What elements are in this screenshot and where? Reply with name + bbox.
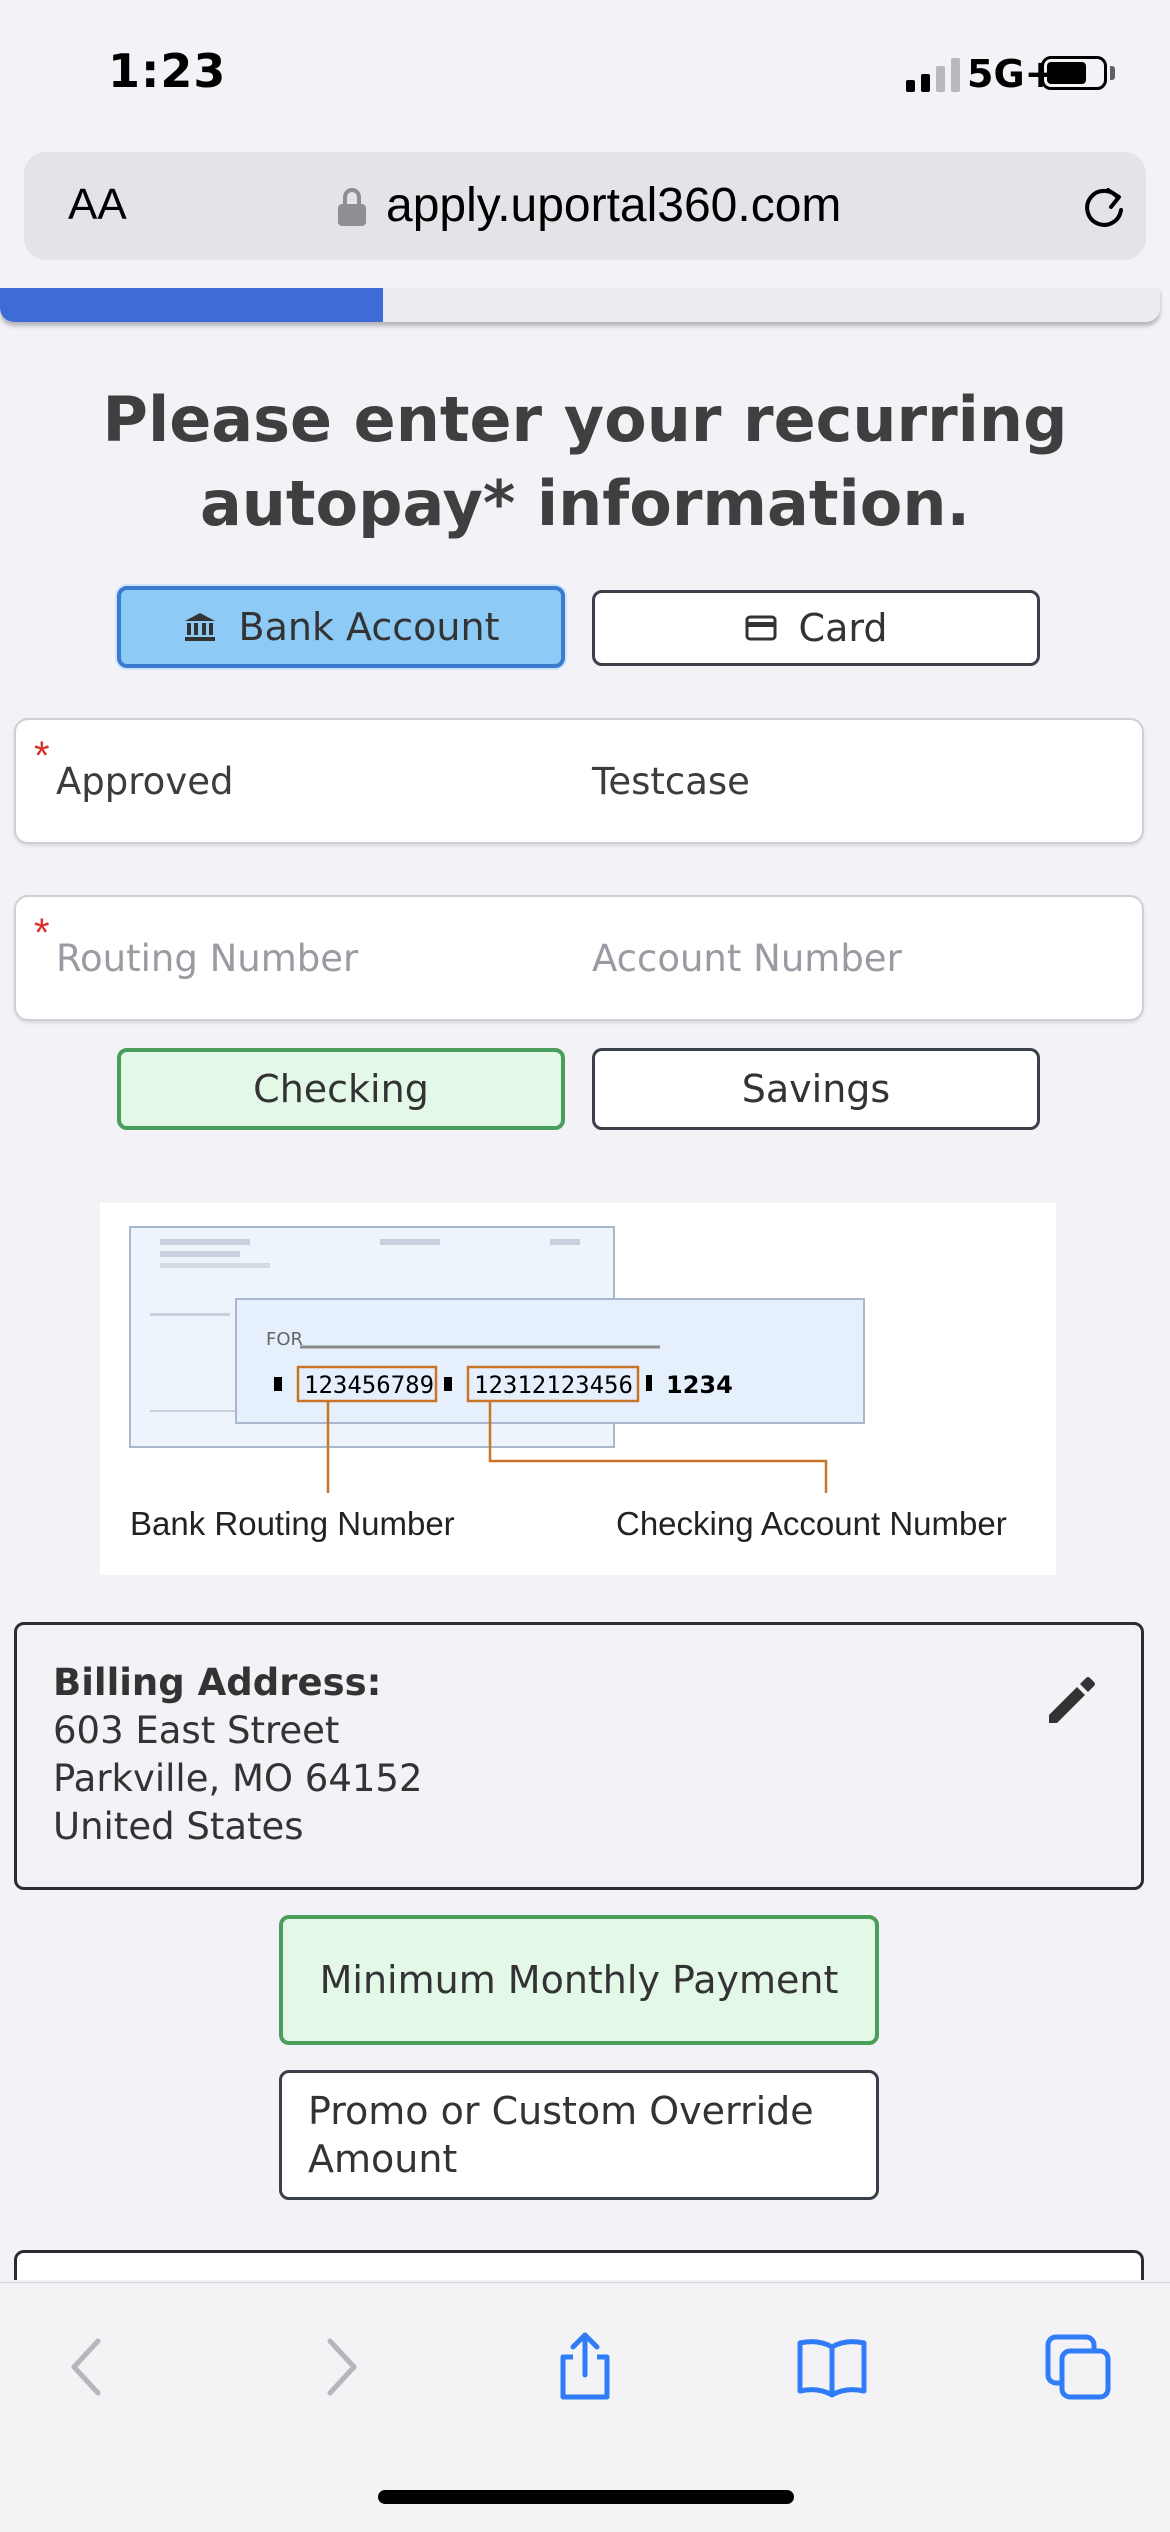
required-marker: * — [34, 911, 50, 955]
url-text[interactable]: apply.uportal360.com — [386, 178, 841, 233]
next-section-card — [14, 2250, 1144, 2280]
tabs-icon[interactable] — [1042, 2331, 1114, 2403]
forward-icon[interactable] — [304, 2331, 376, 2403]
routing-digits: 123456789 — [304, 1371, 434, 1399]
minimum-payment-label: Minimum Monthly Payment — [319, 1958, 839, 2002]
reload-icon[interactable] — [1078, 182, 1130, 234]
account-number-input[interactable]: Account Number — [592, 937, 902, 980]
text-size-button[interactable]: AA — [68, 180, 127, 230]
first-name-field[interactable]: Approved — [56, 760, 233, 803]
address-line-3: United States — [53, 1805, 304, 1848]
routing-number-input[interactable]: Routing Number — [56, 937, 358, 980]
bank-account-button[interactable]: Bank Account — [117, 586, 565, 668]
back-icon[interactable] — [52, 2331, 124, 2403]
check-for-label: FOR — [266, 1329, 303, 1350]
page-title: Please enter your recurring autopay* inf… — [102, 383, 1068, 540]
required-marker: * — [34, 734, 50, 778]
account-caption: Checking Account Number — [616, 1505, 1007, 1542]
billing-address-card: Billing Address: 603 East Street Parkvil… — [14, 1622, 1144, 1890]
bank-number-group: * Routing Number Account Number — [14, 895, 1144, 1021]
page-content: Please enter your recurring autopay* inf… — [0, 288, 1170, 2280]
billing-address-label: Billing Address: — [53, 1661, 382, 1704]
lock-icon — [338, 188, 366, 226]
check-diagram: FOR 123456789 12312123456 1234 Bank Rout… — [100, 1203, 1056, 1575]
card-icon — [745, 615, 777, 641]
bookmarks-icon[interactable] — [796, 2331, 868, 2403]
last-name-field[interactable]: Testcase — [592, 760, 750, 803]
minimum-payment-button[interactable]: Minimum Monthly Payment — [279, 1915, 879, 2045]
address-line-1: 603 East Street — [53, 1709, 340, 1752]
address-bar[interactable]: AA apply.uportal360.com — [24, 152, 1146, 260]
savings-label: Savings — [741, 1067, 891, 1111]
address-line-2: Parkville, MO 64152 — [53, 1757, 423, 1800]
custom-amount-label: Promo or Custom Override Amount — [308, 2089, 814, 2181]
card-button[interactable]: Card — [592, 590, 1040, 666]
share-icon[interactable] — [549, 2331, 621, 2403]
home-indicator — [378, 2490, 794, 2504]
routing-caption: Bank Routing Number — [130, 1505, 455, 1542]
front-check — [235, 1298, 865, 1424]
check-number: 1234 — [666, 1371, 733, 1399]
account-holder-name-group: * Approved Testcase — [14, 718, 1144, 844]
custom-amount-button[interactable]: Promo or Custom Override Amount — [279, 2070, 879, 2200]
battery-icon — [1041, 56, 1107, 90]
battery-nub — [1110, 66, 1115, 80]
progress-fill — [0, 288, 383, 322]
progress-bar — [0, 288, 1160, 322]
bank-icon — [184, 613, 215, 641]
text-size-label: AA — [68, 180, 127, 229]
signal-strength-icon — [906, 56, 960, 92]
edit-pencil-icon[interactable] — [1041, 1671, 1101, 1731]
card-label: Card — [798, 606, 888, 650]
status-time: 1:23 — [108, 44, 227, 98]
bank-account-label: Bank Account — [238, 605, 500, 649]
checking-label: Checking — [253, 1067, 429, 1111]
account-digits: 12312123456 — [474, 1371, 633, 1399]
savings-button[interactable]: Savings — [592, 1048, 1040, 1130]
checking-button[interactable]: Checking — [117, 1048, 565, 1130]
status-bar: 1:23 5G+ — [0, 0, 1170, 148]
